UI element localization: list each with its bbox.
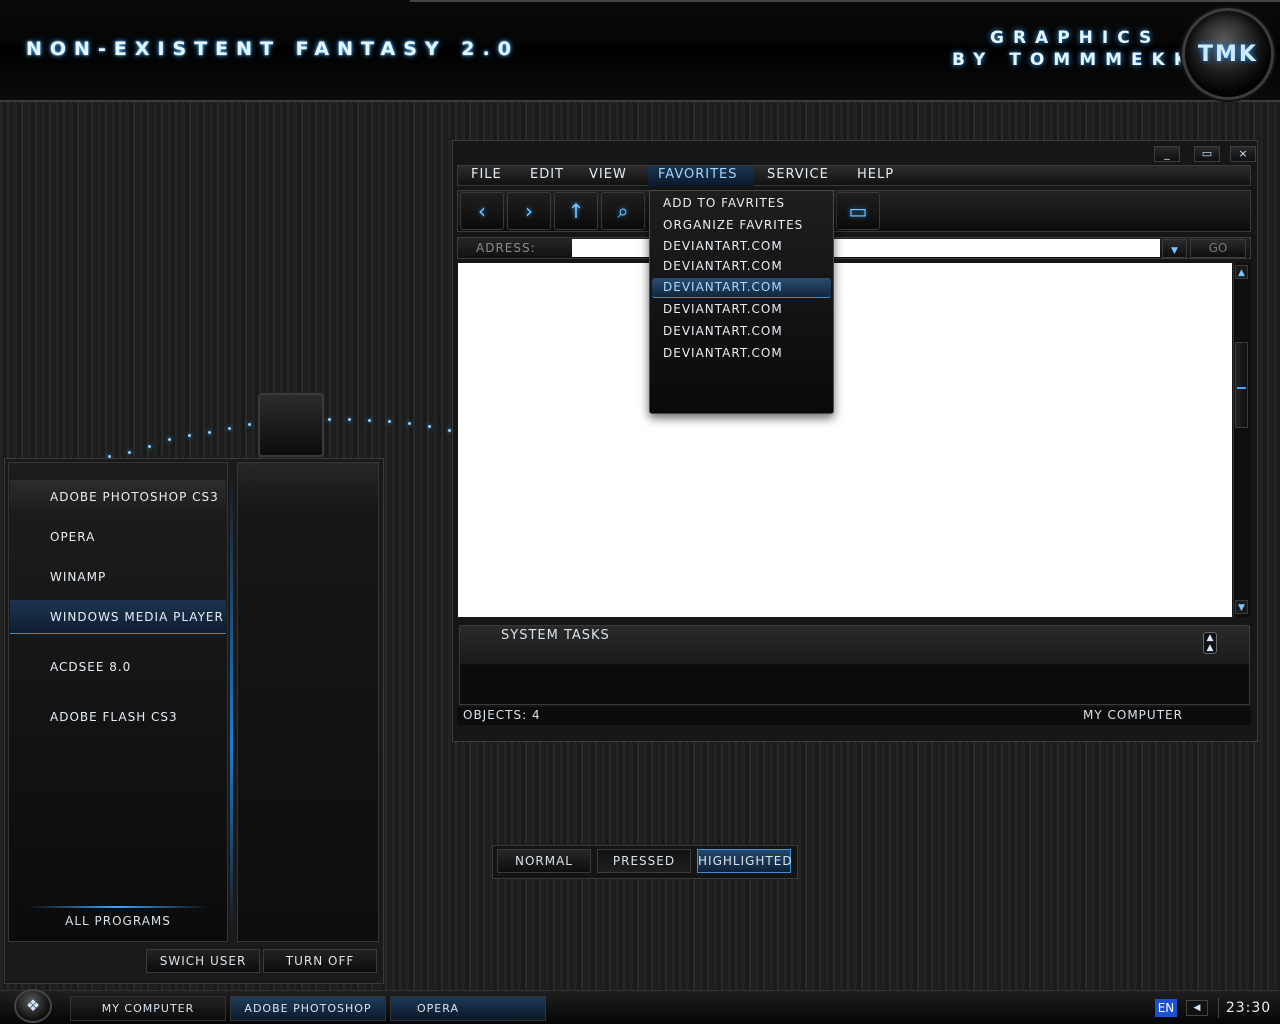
scroll-down-icon[interactable]: ▼ — [1235, 600, 1248, 614]
content-area[interactable] — [458, 263, 1232, 617]
scroll-thumb[interactable] — [1235, 342, 1248, 428]
chevron-down-icon[interactable]: ▼ — [1162, 239, 1187, 258]
back-icon[interactable]: ‹ — [460, 192, 504, 230]
folders-icon[interactable]: ▭ — [836, 192, 880, 230]
minimize-button[interactable]: _ — [1154, 146, 1180, 162]
vertical-scrollbar[interactable] — [1233, 263, 1250, 617]
tray-expand-icon[interactable]: ◀ — [1186, 1000, 1208, 1016]
program-item[interactable]: ADOBE PHOTOSHOP CS3 — [10, 480, 226, 514]
favorites-organize[interactable]: ORGANIZE FAVRITES — [663, 218, 803, 232]
start-menu-places-pane — [237, 462, 379, 942]
program-item[interactable]: OPERA — [10, 520, 226, 554]
menu-file[interactable]: FILE — [471, 167, 502, 182]
favorites-link[interactable]: DEVIANTART.COM — [663, 302, 783, 316]
menu-edit[interactable]: EDIT — [530, 167, 564, 182]
pane-glow — [230, 470, 233, 930]
switch-user-button[interactable]: SWICH USER — [146, 949, 260, 973]
maximize-button[interactable]: ▭ — [1194, 146, 1220, 162]
credit-line-2: BY TOMMMEKK — [952, 50, 1197, 70]
forward-icon[interactable]: › — [507, 192, 551, 230]
arc-dot — [428, 425, 431, 428]
arc-dot — [328, 418, 331, 421]
pressed-button[interactable]: PRESSED — [597, 849, 691, 873]
tmk-logo: TMK — [1182, 8, 1274, 100]
favorites-link[interactable]: DEVIANTART.COM — [663, 346, 783, 360]
status-location: MY COMPUTER — [1083, 708, 1183, 722]
language-indicator[interactable]: EN — [1155, 999, 1177, 1017]
menu-bar — [457, 165, 1251, 186]
close-button[interactable]: × — [1230, 146, 1256, 162]
menu-service[interactable]: SERVICE — [767, 167, 829, 182]
all-programs-button[interactable]: ALL PROGRAMS — [8, 906, 228, 936]
favorites-add[interactable]: ADD TO FAVRITES — [663, 196, 785, 210]
turn-off-button[interactable]: TURN OFF — [263, 949, 377, 973]
clock[interactable]: 23:30 — [1218, 998, 1278, 1018]
logo-text: TMK — [1198, 41, 1258, 67]
arc-dot — [168, 438, 171, 441]
arc-dot — [208, 431, 211, 434]
program-item[interactable]: WINAMP — [10, 560, 226, 594]
user-picture[interactable] — [258, 393, 324, 457]
collapse-icon[interactable]: ▲ ▲ — [1203, 632, 1217, 654]
taskbar-item-my-computer[interactable]: MY COMPUTER — [70, 996, 226, 1021]
objects-count: OBJECTS: 4 — [463, 708, 541, 722]
arc-dot — [228, 427, 231, 430]
program-item[interactable]: ACDSEE 8.0 — [10, 650, 226, 684]
theme-title: NON-EXISTENT FANTASY 2.0 — [26, 38, 519, 60]
arc-dot — [368, 419, 371, 422]
menu-help[interactable]: HELP — [857, 167, 894, 182]
system-tasks-title[interactable]: SYSTEM TASKS — [501, 628, 610, 643]
normal-button[interactable]: NORMAL — [497, 849, 591, 873]
menu-favorites[interactable]: FAVORITES — [658, 167, 738, 182]
program-item[interactable]: ADOBE FLASH CS3 — [10, 700, 226, 734]
arc-dot — [248, 423, 251, 426]
arc-dot — [448, 429, 451, 432]
start-button[interactable]: ❖ — [14, 989, 52, 1023]
arc-dot — [148, 445, 151, 448]
favorites-link[interactable]: DEVIANTART.COM — [663, 239, 783, 253]
address-label: ADRESS: — [476, 241, 536, 255]
windows-logo-icon: ❖ — [25, 996, 41, 1015]
program-item-highlighted[interactable]: WINDOWS MEDIA PLAYER — [10, 600, 226, 634]
favorites-link[interactable]: DEVIANTART.COM — [663, 324, 783, 338]
search-icon[interactable]: ⌕ — [601, 192, 645, 230]
up-icon[interactable]: ↑ — [554, 192, 598, 230]
credit-line-1: GRAPHICS — [990, 28, 1161, 48]
arc-dot — [128, 451, 131, 454]
favorites-link[interactable]: DEVIANTART.COM — [663, 259, 783, 273]
taskbar-item-photoshop[interactable]: ADOBE PHOTOSHOP — [230, 996, 386, 1021]
arc-dot — [188, 434, 191, 437]
taskbar-item-opera[interactable]: OPERA — [390, 996, 546, 1021]
favorites-link-highlighted[interactable]: DEVIANTART.COM — [663, 280, 783, 294]
highlighted-button[interactable]: HIGHLIGHTED — [697, 849, 792, 873]
menu-view[interactable]: VIEW — [589, 167, 627, 182]
arc-dot — [388, 420, 391, 423]
arc-dot — [348, 418, 351, 421]
scroll-up-icon[interactable]: ▲ — [1235, 265, 1248, 279]
go-button[interactable]: GO — [1190, 239, 1246, 258]
arc-dot — [408, 422, 411, 425]
